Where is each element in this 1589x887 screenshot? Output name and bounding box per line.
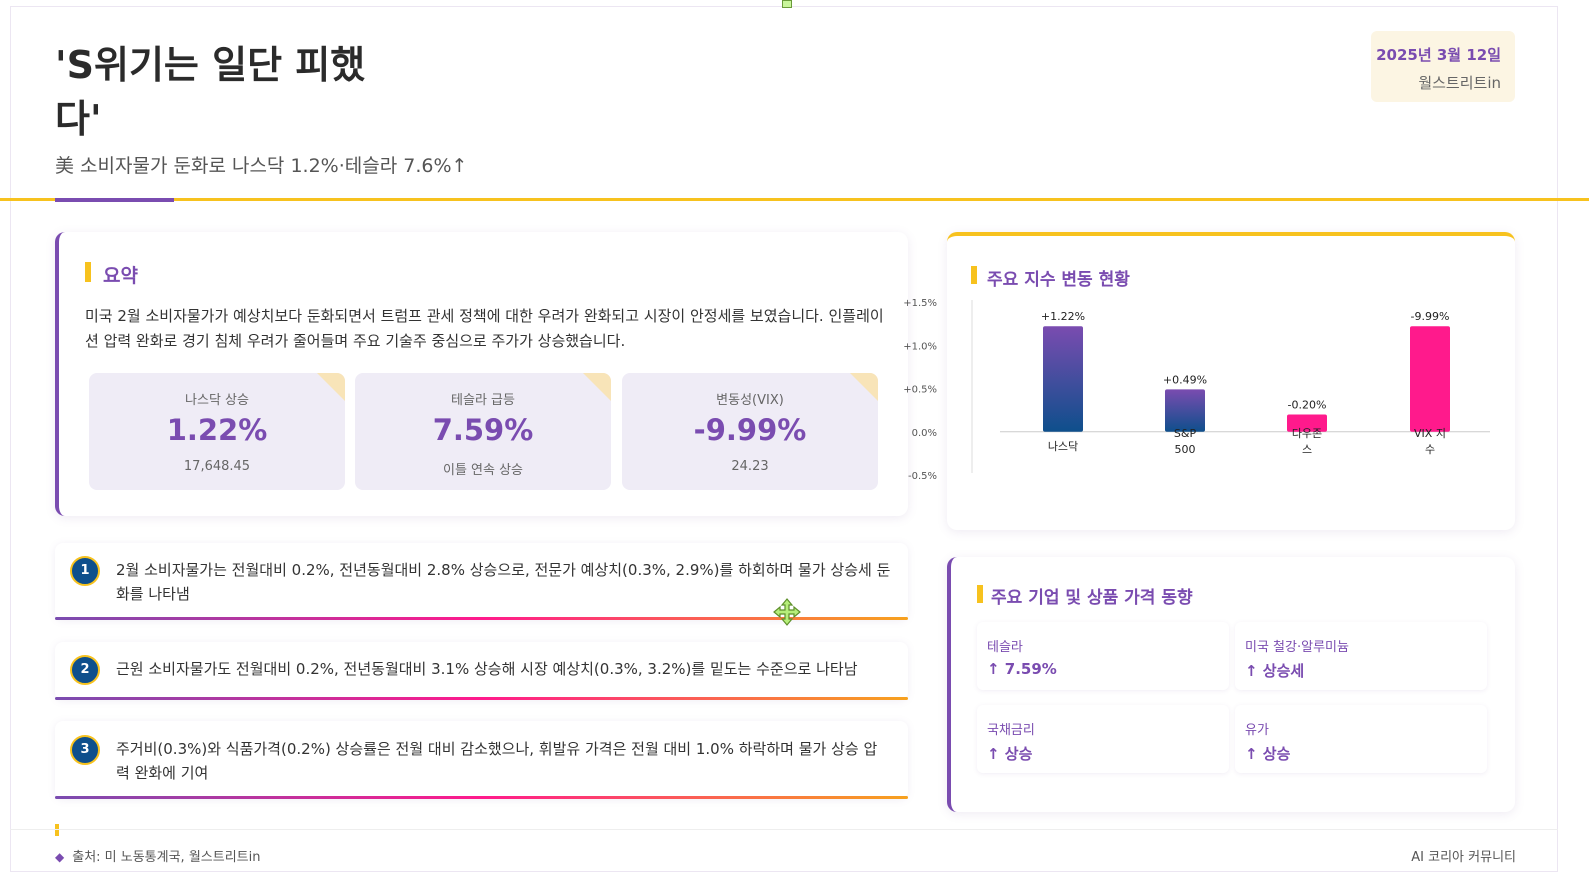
stat-label: 변동성(VIX) bbox=[716, 393, 784, 408]
price-value: ↑ 상승 bbox=[987, 745, 1033, 763]
footer-community: AI 코리아 커뮤니티 bbox=[1411, 850, 1516, 865]
stat-card-tesla: 테슬라 급등 7.59% 이틀 연속 상승 bbox=[355, 373, 611, 490]
stat-label: 나스닥 상승 bbox=[185, 393, 249, 408]
section-marker bbox=[55, 824, 59, 836]
x-tick-label: VIX 지 bbox=[1414, 427, 1446, 440]
y-tick-label: +0.5% bbox=[903, 385, 937, 396]
price-item-steel: 미국 철강·알루미늄 ↑ 상승세 bbox=[1235, 622, 1487, 690]
x-tick-label: 스 bbox=[1302, 443, 1312, 456]
price-value: ↑ 7.59% bbox=[987, 660, 1057, 678]
y-tick-label: +1.0% bbox=[903, 341, 937, 352]
section-marker bbox=[977, 585, 983, 603]
stat-sub: 17,648.45 bbox=[183, 459, 251, 474]
point-number-badge: 2 bbox=[70, 655, 100, 685]
summary-card: 요약 미국 2월 소비자물가가 예상치보다 둔화되면서 트럼프 관세 정책에 대… bbox=[55, 232, 908, 516]
section-marker bbox=[971, 266, 977, 284]
resize-handle[interactable] bbox=[782, 0, 792, 8]
x-tick-label: 나스닥 bbox=[1048, 440, 1078, 453]
bar-value-label: +1.22% bbox=[1041, 310, 1085, 323]
stat-card-vix: 변동성(VIX) -9.99% 24.23 bbox=[622, 373, 878, 490]
stat-sub: 24.23 bbox=[731, 459, 769, 474]
price-label: 미국 철강·알루미늄 bbox=[1245, 640, 1349, 655]
footer-source-text: 출처: 미 노동통계국, 월스트리트in bbox=[72, 850, 261, 865]
price-item-tesla: 테슬라 ↑ 7.59% bbox=[977, 622, 1229, 690]
point-number-badge: 1 bbox=[70, 556, 100, 586]
gradient-underline bbox=[55, 697, 908, 700]
point-text: 주거비(0.3%)와 식품가격(0.2%) 상승률은 전월 대비 감소했으나, … bbox=[116, 740, 878, 782]
stat-card-nasdaq: 나스닥 상승 1.22% 17,648.45 bbox=[89, 373, 345, 490]
date-badge: 2025년 3월 12일 월스트리트in bbox=[1371, 31, 1515, 102]
source-name: 월스트리트in bbox=[1418, 74, 1501, 92]
stat-value: 1.22% bbox=[166, 413, 268, 447]
price-label: 국채금리 bbox=[987, 723, 1035, 738]
bar-value-label: -0.20% bbox=[1288, 398, 1327, 411]
x-tick-label: S&P bbox=[1174, 427, 1197, 440]
y-tick-label: +1.5% bbox=[903, 298, 937, 309]
footer-divider bbox=[10, 829, 1558, 830]
stat-value: -9.99% bbox=[693, 413, 807, 447]
x-tick-label: 500 bbox=[1175, 443, 1196, 456]
summary-text: 미국 2월 소비자물가가 예상치보다 둔화되면서 트럼프 관세 정책에 대한 우… bbox=[85, 307, 884, 350]
key-point-2: 2 근원 소비자물가도 전월대비 0.2%, 전년동월대비 3.1% 상승해 시… bbox=[55, 642, 908, 700]
price-item-oil: 유가 ↑ 상승 bbox=[1235, 705, 1487, 773]
price-label: 테슬라 bbox=[987, 640, 1023, 655]
gradient-underline bbox=[55, 796, 908, 799]
key-point-3: 3 주거비(0.3%)와 식품가격(0.2%) 상승률은 전월 대비 감소했으나… bbox=[55, 721, 908, 799]
stat-value: 7.59% bbox=[432, 413, 534, 447]
price-label: 유가 bbox=[1245, 723, 1269, 738]
stat-sub: 이틀 연속 상승 bbox=[442, 463, 524, 478]
move-cursor-icon bbox=[773, 598, 801, 626]
bar bbox=[1043, 326, 1083, 432]
header-accent-bar bbox=[55, 198, 174, 202]
bar-value-label: +0.49% bbox=[1163, 373, 1207, 386]
publish-date: 2025년 3월 12일 bbox=[1376, 46, 1501, 64]
index-bar-chart: +1.5% +1.0% +0.5% 0.0% -0.5% +1.22% 나스닥 +0.49% S… bbox=[903, 298, 1490, 482]
header-divider bbox=[0, 198, 1589, 201]
diamond-icon: ◆ bbox=[55, 850, 65, 864]
prices-card: 주요 기업 및 상품 가격 동향 테슬라 ↑ 7.59% 미국 철강·알루미늄 … bbox=[947, 557, 1515, 812]
stat-label: 테슬라 급등 bbox=[451, 393, 515, 408]
point-text: 근원 소비자물가도 전월대비 0.2%, 전년동월대비 3.1% 상승해 시장 … bbox=[116, 660, 858, 678]
footer-source: ◆ 출처: 미 노동통계국, 월스트리트in bbox=[55, 846, 260, 865]
bar bbox=[1410, 326, 1450, 432]
bar bbox=[1165, 389, 1205, 432]
section-marker bbox=[85, 262, 91, 282]
y-tick-label: -0.5% bbox=[908, 471, 937, 482]
prices-heading: 주요 기업 및 상품 가격 동향 bbox=[991, 588, 1193, 608]
price-value: ↑ 상승 bbox=[1245, 745, 1291, 763]
price-item-bonds: 국채금리 ↑ 상승 bbox=[977, 705, 1229, 773]
point-number-badge: 3 bbox=[70, 735, 100, 765]
x-tick-label: 수 bbox=[1425, 443, 1435, 456]
y-tick-label: 0.0% bbox=[912, 428, 937, 439]
x-tick-label: 다우존 bbox=[1292, 427, 1322, 440]
bar-value-label: -9.99% bbox=[1411, 310, 1450, 323]
price-value: ↑ 상승세 bbox=[1245, 662, 1305, 680]
page-title: 'S위기는 일단 피했다' bbox=[55, 43, 366, 141]
summary-heading: 요약 bbox=[103, 265, 138, 287]
page-subtitle: 美 소비자물가 둔화로 나스닥 1.2%·테슬라 7.6%↑ bbox=[55, 155, 468, 177]
